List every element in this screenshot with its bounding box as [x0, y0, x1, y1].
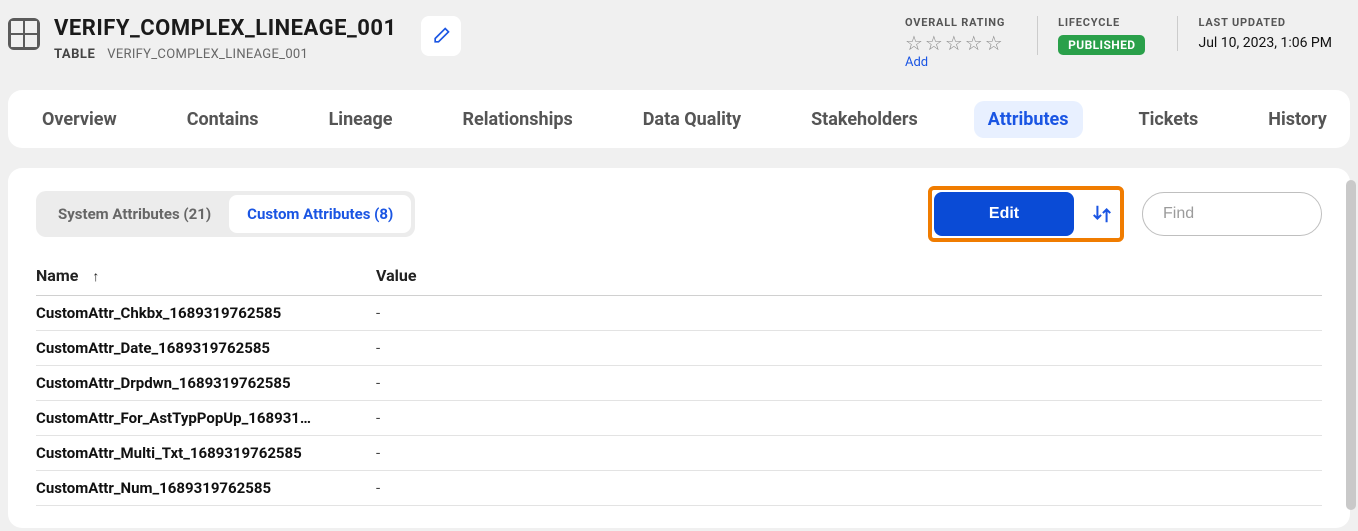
find-input[interactable]: [1142, 192, 1322, 236]
attr-value-cell: -: [376, 436, 1322, 471]
attributes-panel: System Attributes (21) Custom Attributes…: [8, 168, 1350, 528]
updated-value: Jul 10, 2023, 1:06 PM: [1198, 35, 1332, 51]
table-row: CustomAttr_Date_1689319762585-: [36, 331, 1322, 366]
col-name-header[interactable]: Name ↑: [36, 256, 376, 296]
tab-tickets[interactable]: Tickets: [1125, 101, 1213, 138]
attr-name-cell: CustomAttr_Multi_Txt_1689319762585: [36, 436, 376, 471]
attr-name-cell: CustomAttr_Date_1689319762585: [36, 331, 376, 366]
lifecycle-label: LIFECYCLE: [1058, 16, 1145, 29]
edit-attributes-button[interactable]: Edit: [934, 192, 1074, 236]
vertical-scrollbar[interactable]: [1346, 180, 1356, 510]
tab-stakeholders[interactable]: Stakeholders: [797, 101, 932, 138]
attr-name-cell: CustomAttr_Num_1689319762585: [36, 471, 376, 506]
attr-value-cell: -: [376, 296, 1322, 331]
attr-name-cell: CustomAttr_Drpdwn_1689319762585: [36, 366, 376, 401]
attr-value-cell: -: [376, 471, 1322, 506]
star-icon: ☆: [965, 33, 983, 53]
star-icon: ☆: [925, 33, 943, 53]
col-name-label: Name: [36, 266, 78, 285]
attribute-scope-toggle: System Attributes (21) Custom Attributes…: [36, 191, 415, 237]
system-attributes-tab[interactable]: System Attributes (21): [40, 195, 229, 233]
sort-icon: [1091, 203, 1113, 225]
tab-contains[interactable]: Contains: [173, 101, 273, 138]
attr-value-cell: -: [376, 331, 1322, 366]
attributes-toolbar: System Attributes (21) Custom Attributes…: [36, 186, 1322, 242]
tab-attributes[interactable]: Attributes: [974, 101, 1083, 138]
tab-data-quality[interactable]: Data Quality: [629, 101, 755, 138]
asset-type: TABLE: [54, 47, 95, 62]
table-row: CustomAttr_Drpdwn_1689319762585-: [36, 366, 1322, 401]
edit-highlight: Edit: [928, 186, 1124, 242]
tab-relationships[interactable]: Relationships: [449, 101, 587, 138]
reorder-button[interactable]: [1086, 198, 1118, 230]
attr-name-cell: CustomAttr_For_AstTypPopUp_168931…: [36, 401, 376, 436]
star-icon: ☆: [985, 33, 1003, 53]
page-title: VERIFY_COMPLEX_LINEAGE_001: [54, 16, 397, 41]
sort-asc-icon: ↑: [92, 269, 99, 285]
attr-name-cell: CustomAttr_Chkbx_1689319762585: [36, 296, 376, 331]
page-header: VERIFY_COMPLEX_LINEAGE_001 TABLE VERIFY_…: [0, 0, 1358, 90]
table-row: CustomAttr_For_AstTypPopUp_168931…-: [36, 401, 1322, 436]
attr-value-cell: -: [376, 366, 1322, 401]
table-icon: [8, 18, 40, 50]
edit-title-button[interactable]: [421, 16, 461, 56]
tab-history[interactable]: History: [1254, 101, 1341, 138]
updated-label: LAST UPDATED: [1198, 16, 1332, 29]
tab-bar: Overview Contains Lineage Relationships Data…: [8, 90, 1350, 148]
tab-overview[interactable]: Overview: [28, 101, 131, 138]
asset-path: VERIFY_COMPLEX_LINEAGE_001: [107, 47, 308, 62]
star-icon: ☆: [945, 33, 963, 53]
lifecycle-badge: PUBLISHED: [1058, 35, 1145, 55]
col-value-header[interactable]: Value: [376, 256, 1322, 296]
table-row: CustomAttr_Num_1689319762585-: [36, 471, 1322, 506]
table-row: CustomAttr_Multi_Txt_1689319762585-: [36, 436, 1322, 471]
pencil-icon: [431, 26, 451, 46]
attributes-table: Name ↑ Value CustomAttr_Chkbx_1689319762…: [36, 256, 1322, 506]
rating-stars[interactable]: ☆ ☆ ☆ ☆ ☆: [905, 33, 1005, 53]
attr-value-cell: -: [376, 401, 1322, 436]
tab-lineage[interactable]: Lineage: [315, 101, 407, 138]
star-icon: ☆: [905, 33, 923, 53]
table-row: CustomAttr_Chkbx_1689319762585-: [36, 296, 1322, 331]
custom-attributes-tab[interactable]: Custom Attributes (8): [229, 195, 411, 233]
add-rating-link[interactable]: Add: [905, 55, 1005, 70]
rating-label: OVERALL RATING: [905, 16, 1005, 29]
